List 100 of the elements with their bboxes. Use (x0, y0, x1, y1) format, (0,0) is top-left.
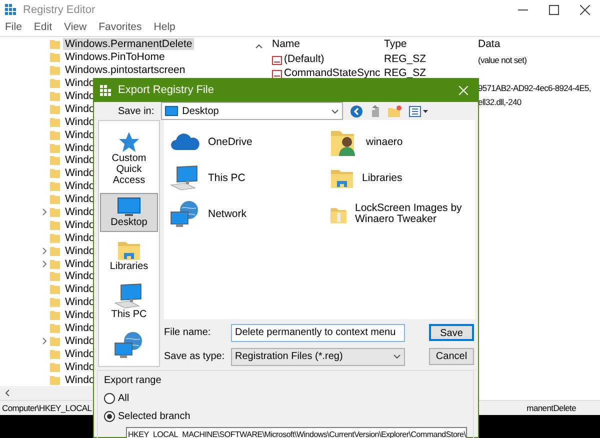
folder-icon (50, 39, 60, 50)
folder-icon (50, 155, 60, 166)
save-button[interactable]: Save (429, 324, 474, 341)
location-name[interactable]: winaero (366, 136, 403, 148)
radio-button[interactable] (104, 411, 115, 422)
column-header[interactable]: Name (266, 37, 384, 53)
scroll-left-icon (4, 389, 10, 397)
folder-icon (50, 310, 60, 320)
up-folder-icon[interactable] (370, 104, 382, 118)
star-icon (118, 131, 140, 153)
folder-icon (50, 362, 60, 372)
field-label: File name: (164, 326, 212, 340)
close-icon (458, 86, 468, 95)
folder-icon (50, 323, 60, 334)
value-data: (value not set) (478, 54, 527, 66)
window-title: Registry Editor (23, 2, 96, 18)
branch-path-field[interactable]: HKEY_LOCAL_MACHINE\SOFTWARE\Microsoft\Windows\CurrentVersion\Explorer\CommandStore\ (126, 427, 467, 438)
file-type-dropdown[interactable]: Registration Files (*.reg) (231, 348, 405, 366)
scroll-up-icon (255, 43, 263, 49)
column-header[interactable]: Data (478, 37, 500, 53)
folder-icon (50, 232, 60, 243)
desktop-icon (117, 197, 141, 217)
value-type: REG_SZ (384, 52, 428, 68)
value-data: ell32.dll,-240 (478, 96, 522, 108)
tree-item[interactable]: Windows.PermanentDelete (63, 38, 194, 50)
folder-icon (50, 220, 60, 230)
folder-icon (50, 374, 60, 385)
folder-icon (50, 168, 60, 178)
menu-item[interactable]: Edit (34, 20, 52, 36)
new-folder-icon[interactable] (388, 105, 402, 117)
location-name[interactable]: This PC (208, 172, 246, 184)
radio-label[interactable]: All (118, 391, 130, 406)
folder-icon (50, 130, 60, 140)
string-value-icon (272, 70, 282, 78)
back-icon[interactable] (350, 104, 364, 118)
library-folder-icon (330, 167, 354, 189)
radio-label[interactable]: Selected branch (118, 409, 190, 424)
menu-item[interactable]: Help (154, 20, 176, 36)
chevron-icon[interactable] (41, 336, 48, 345)
folder-icon (50, 116, 60, 127)
status-path: manentDelete (526, 402, 576, 414)
registry-icon (5, 4, 17, 16)
folder-icon (50, 181, 60, 192)
menu-item[interactable]: View (64, 20, 87, 36)
close-icon (580, 5, 590, 15)
tree-item[interactable]: Windows.pintostartscreen (63, 64, 188, 76)
folder-icon (50, 194, 60, 204)
places-item[interactable]: This PC (100, 279, 158, 324)
chevron-icon[interactable] (41, 208, 48, 216)
desktop-icon (165, 106, 178, 116)
chevron-icon[interactable] (41, 260, 48, 268)
value-name: CommandStateSync (284, 66, 380, 82)
folder-icon (50, 65, 60, 76)
maximize-icon (548, 5, 558, 15)
library-folder-icon (117, 239, 141, 261)
menu-item[interactable]: Favorites (98, 20, 142, 36)
value-name: (Default) (284, 52, 324, 68)
folder-icon (50, 78, 60, 88)
folder-icon (50, 104, 60, 114)
group-title: Export range (104, 374, 162, 388)
location-name[interactable]: Network (208, 208, 247, 220)
cancel-button[interactable]: Cancel (429, 348, 474, 365)
menu-item[interactable]: File (5, 20, 22, 36)
globe-monitor-icon (170, 200, 200, 228)
globe-monitor-icon (114, 331, 144, 359)
value-type: REG_SZ (384, 66, 428, 82)
folder-icon (50, 297, 60, 308)
folder-icon (50, 52, 60, 62)
status-path: Computer\HKEY_LOCAL (2, 402, 92, 414)
folder-icon (50, 336, 60, 346)
save-in-dropdown[interactable]: Desktop (161, 102, 344, 120)
folder-icon (50, 284, 60, 294)
location-name[interactable]: Libraries (362, 172, 402, 184)
field-label: Save in: (118, 104, 154, 118)
value-data: 9571AB2-AD92-4ec6-8924-4E5, (478, 82, 591, 94)
radio-button[interactable] (104, 393, 115, 404)
chevron-icon[interactable] (41, 246, 48, 255)
string-value-icon (272, 56, 282, 64)
tree-item[interactable]: Windows.PinToHome (63, 51, 167, 64)
location-name[interactable]: LockScreen Images by Winaero Tweaker (355, 203, 480, 225)
computer-icon (170, 165, 200, 191)
folder-icon (50, 207, 60, 218)
column-header[interactable]: Type (384, 37, 478, 53)
registry-icon (100, 84, 112, 96)
folder-icon (50, 348, 60, 359)
cloud-icon (170, 132, 200, 152)
folder-icon (50, 142, 60, 153)
places-item[interactable]: Desktop (100, 193, 158, 232)
folder-icon (50, 91, 60, 101)
folder-icon (50, 271, 60, 282)
file-name-field[interactable]: Delete permanently to context menu (231, 324, 405, 342)
view-menu-icon[interactable] (409, 106, 428, 116)
computer-icon (114, 283, 144, 309)
places-item[interactable]: Custom Quick Access (100, 127, 158, 190)
folder-icon (50, 258, 60, 269)
folder-icon (50, 246, 60, 256)
places-item[interactable]: Libraries (100, 235, 158, 276)
field-label: Save as type: (164, 350, 226, 364)
location-name[interactable]: OneDrive (208, 136, 252, 148)
dialog-title: Export Registry File (118, 83, 214, 98)
